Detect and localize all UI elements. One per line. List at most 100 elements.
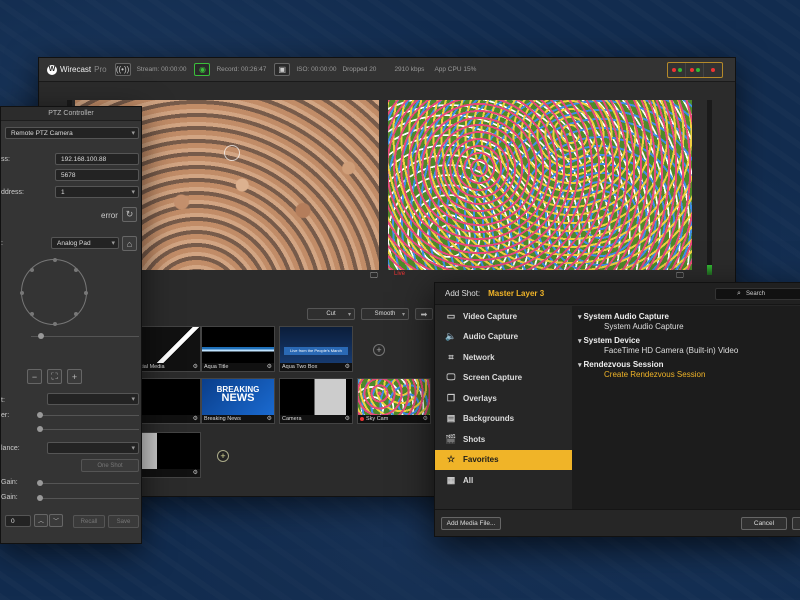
gain-slider-1[interactable] <box>39 483 139 484</box>
recall-button[interactable]: Recall <box>73 515 105 528</box>
tally-light-3[interactable] <box>704 63 722 77</box>
live-monitor[interactable] <box>388 100 692 270</box>
zoom-in-button[interactable]: + <box>67 369 82 384</box>
ip-address-field[interactable]: 192.168.100.88 <box>55 153 139 165</box>
gear-icon[interactable]: ⚙ <box>423 415 428 422</box>
home-icon[interactable]: ⌂ <box>122 236 137 251</box>
category-audio-capture[interactable]: 🔈 Audio Capture <box>435 327 572 348</box>
category-backgrounds[interactable]: ▤ Backgrounds <box>435 409 572 430</box>
category-overlays[interactable]: ❐ Overlays <box>435 388 572 409</box>
zoom-slider-knob[interactable] <box>37 412 43 418</box>
preset-up-button[interactable]: ︿ <box>34 514 48 527</box>
add-shot-button-row3[interactable]: + <box>217 450 229 462</box>
white-balance-select[interactable] <box>47 442 139 454</box>
speaker-icon: 🔈 <box>445 331 457 342</box>
transition-controls: Cut Smooth ➡ <box>307 308 433 320</box>
search-icon: ⌕ <box>737 290 741 297</box>
speed-slider[interactable] <box>31 336 139 337</box>
gear-icon[interactable]: ⚙ <box>193 363 198 370</box>
address-select[interactable]: 1 <box>55 186 139 198</box>
record-toggle-button[interactable]: ◉ <box>194 63 211 76</box>
shot-camera[interactable]: Camera ⚙ <box>279 378 353 424</box>
add-media-file-button[interactable]: Add Media File... <box>441 517 501 530</box>
zoom-slider[interactable] <box>39 415 139 416</box>
cancel-button[interactable]: Cancel <box>741 517 787 530</box>
star-icon: ☆ <box>446 454 456 465</box>
source-item[interactable]: System Audio Capture <box>578 322 800 331</box>
group-heading[interactable]: System Audio Capture <box>578 312 800 321</box>
category-label: Video Capture <box>463 311 518 321</box>
iso-toggle-button[interactable]: ▣ <box>274 63 291 76</box>
add-shot-dialog: Add Shot: Master Layer 3 ⌕ Search ▭ Video… <box>434 282 800 537</box>
one-shot-button[interactable]: One Shot <box>81 459 139 472</box>
live-screen-icon[interactable]: 🖵 <box>676 271 684 281</box>
monitor-icon: 🖵 <box>446 372 456 383</box>
shot-aqua-two-box[interactable]: Live from the People's March Aqua Two Bo… <box>279 326 353 372</box>
shot-label: Breaking News <box>204 416 241 422</box>
control-mode-select[interactable]: Analog Pad <box>51 237 119 249</box>
transition-select-2[interactable]: Smooth <box>361 308 409 320</box>
category-favorites[interactable]: ☆ Favorites <box>435 449 572 470</box>
category-label: All <box>463 475 474 485</box>
preset-down-button[interactable]: ﹀ <box>49 514 63 527</box>
backgrounds-icon: ▤ <box>446 413 456 424</box>
tally-light-1[interactable] <box>668 63 686 77</box>
focus-slider[interactable] <box>39 429 139 430</box>
tally-lights[interactable] <box>667 62 723 78</box>
gain-label-2: Gain: <box>1 494 18 501</box>
search-input[interactable]: ⌕ Search <box>715 288 800 300</box>
category-label: Shots <box>463 434 486 444</box>
source-item[interactable]: FaceTime HD Camera (Built-in) Video <box>578 346 800 355</box>
refresh-icon[interactable]: ↻ <box>122 207 137 222</box>
focus-icon[interactable]: ⛶ <box>47 369 62 384</box>
wirecast-logo: W Wirecast Pro <box>47 64 107 75</box>
tally-light-2[interactable] <box>686 63 704 77</box>
speed-slider-knob[interactable] <box>38 333 44 339</box>
gear-icon[interactable]: ⚙ <box>193 415 198 422</box>
group-heading[interactable]: System Device <box>578 336 800 345</box>
group-system-device: System Device FaceTime HD Camera (Built-… <box>578 336 800 355</box>
cpu-usage: App CPU 15% <box>434 66 477 73</box>
preview-screen-icon[interactable]: 🖵 <box>370 271 378 281</box>
category-label: Favorites <box>463 455 499 465</box>
category-screen-capture[interactable]: 🖵 Screen Capture <box>435 368 572 389</box>
go-button[interactable]: ➡ <box>415 308 433 320</box>
gain-slider-2[interactable] <box>39 498 139 499</box>
add-shot-button-row1[interactable]: + <box>373 344 385 356</box>
shot-aqua-title[interactable]: Aqua Title ⚙ <box>201 326 275 372</box>
gain-slider-1-knob[interactable] <box>37 480 43 486</box>
create-rendezvous-link[interactable]: Create Rendezvous Session <box>578 370 800 379</box>
gear-icon[interactable]: ⚙ <box>345 415 350 422</box>
port-field[interactable]: 5678 <box>55 169 139 181</box>
group-heading[interactable]: Rendezvous Session <box>578 360 800 369</box>
group-rendezvous-session: Rendezvous Session Create Rendezvous Ses… <box>578 360 800 379</box>
category-all[interactable]: ▦ All <box>435 470 572 491</box>
category-label: Audio Capture <box>463 332 519 342</box>
preset-number-field[interactable]: 0 <box>5 515 31 527</box>
focus-slider-knob[interactable] <box>37 426 43 432</box>
save-button[interactable]: Save <box>108 515 139 528</box>
shot-sky-cam[interactable]: Sky Cam ⚙ <box>357 378 431 424</box>
camera-type-select[interactable]: Remote PTZ Camera <box>5 127 139 139</box>
wirecast-logo-icon: W <box>47 64 57 75</box>
stream-toggle-button[interactable]: ((•)) <box>114 63 131 76</box>
gear-icon[interactable]: ⚙ <box>267 363 272 370</box>
gain-slider-2-knob[interactable] <box>37 495 43 501</box>
network-icon: ⌗ <box>448 351 454 362</box>
gear-icon[interactable]: ⚙ <box>345 363 350 370</box>
category-shots[interactable]: 🎬 Shots <box>435 429 572 450</box>
preset-select[interactable] <box>47 393 139 405</box>
gear-icon[interactable]: ⚙ <box>193 469 198 476</box>
error-text: error <box>101 211 118 220</box>
record-icon: ◉ <box>198 65 206 74</box>
zoom-out-button[interactable]: − <box>27 369 42 384</box>
preset-label: t: <box>1 397 5 404</box>
shot-breaking-news[interactable]: BREAKING NEWS Breaking News ⚙ <box>201 378 275 424</box>
ok-button-partial[interactable] <box>792 517 800 530</box>
overlays-icon: ❐ <box>446 392 456 403</box>
category-video-capture[interactable]: ▭ Video Capture <box>435 306 572 327</box>
category-network[interactable]: ⌗ Network <box>435 347 572 368</box>
joystick-pad[interactable] <box>20 258 88 326</box>
transition-select-1[interactable]: Cut <box>307 308 355 320</box>
gear-icon[interactable]: ⚙ <box>267 415 272 422</box>
